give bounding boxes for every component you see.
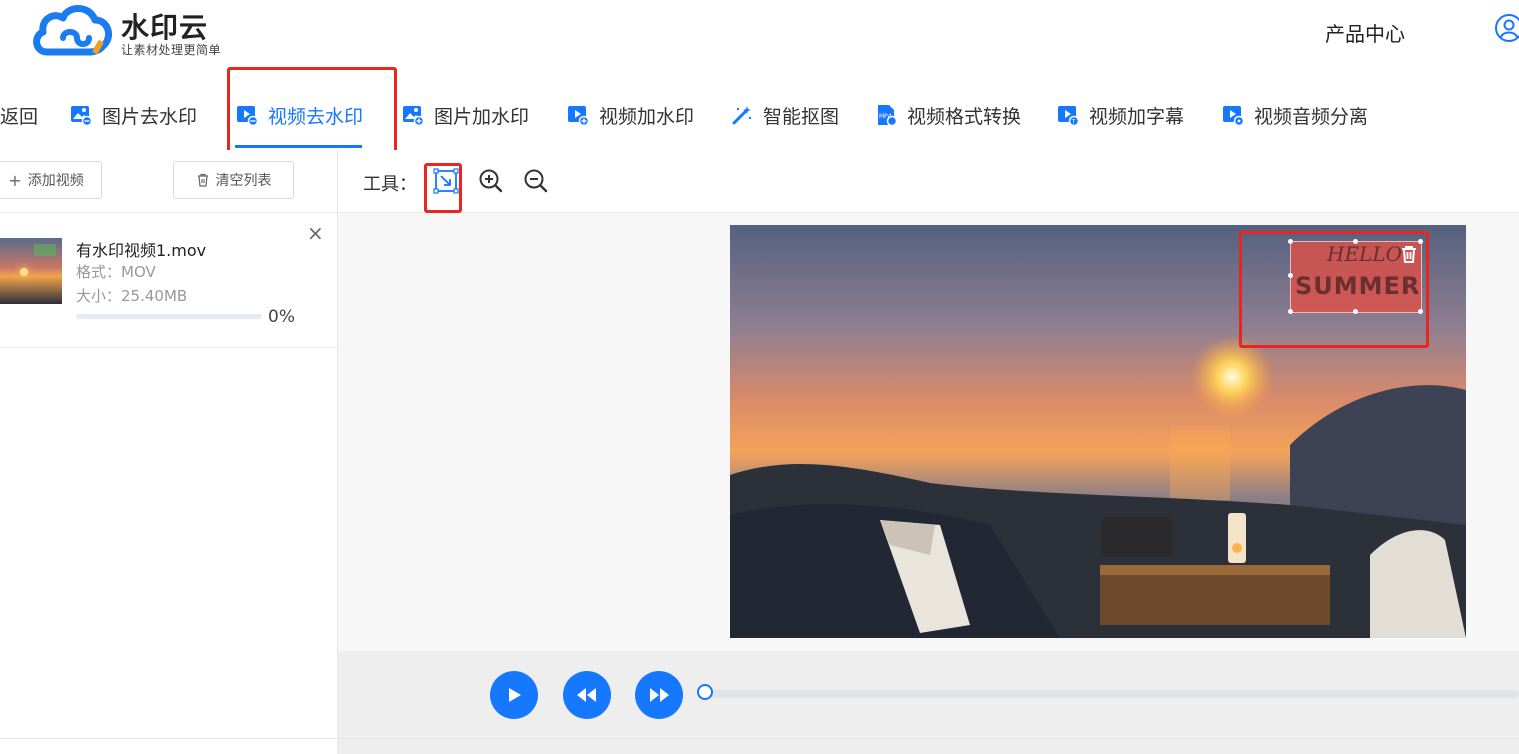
tab-label: 智能抠图 (763, 105, 840, 128)
annotation-highlight-watermark (1239, 231, 1429, 348)
tab-label: 图片加水印 (434, 105, 530, 128)
tab-video-audio-split[interactable]: 视频音频分离 (1222, 80, 1368, 150)
fast-forward-button[interactable] (635, 671, 683, 719)
video-add-icon (568, 106, 589, 126)
image-add-icon (403, 106, 424, 126)
video-subtitle-icon: T (1058, 106, 1079, 126)
svg-text:T: T (1071, 119, 1076, 126)
file-list-panel: + 添加视频 清空列表 有水印视频1.mov 格式：MOV 大小：25.40MB… (0, 150, 338, 754)
user-avatar-icon[interactable] (1494, 13, 1519, 43)
tab-video-add-watermark[interactable]: 视频加水印 (567, 80, 694, 150)
tab-label: 视频格式转换 (907, 105, 1022, 128)
tab-label: 视频音频分离 (1254, 105, 1369, 128)
thumbnail-watermark (34, 244, 56, 256)
add-video-button[interactable]: + 添加视频 (0, 161, 102, 199)
bottom-divider (0, 738, 1519, 739)
timeline-scrubber-handle[interactable] (697, 684, 713, 700)
tab-back[interactable]: 返回 (0, 80, 38, 150)
nav-products-link[interactable]: 产品中心 (1325, 18, 1405, 47)
remove-file-close-icon[interactable]: × (307, 223, 324, 243)
tab-video-subtitle[interactable]: T 视频加字幕 (1057, 80, 1184, 150)
brand-slogan: 让素材处理更简单 (121, 43, 222, 57)
plus-icon: + (8, 170, 22, 190)
trash-icon (197, 173, 208, 187)
thumbnail-sun (20, 268, 28, 276)
image-remove-icon (71, 106, 92, 126)
rewind-icon (577, 688, 596, 702)
tab-label: 返回 (0, 105, 39, 128)
magic-wand-icon (732, 106, 752, 125)
clear-list-label: 清空列表 (215, 173, 272, 189)
progress-bar (76, 314, 262, 319)
video-audio-split-icon (1223, 106, 1244, 126)
file-size: 大小：25.40MB (76, 287, 188, 305)
file-list-item[interactable]: 有水印视频1.mov 格式：MOV 大小：25.40MB 0% × (0, 212, 337, 348)
tool-label: 工具： (363, 174, 417, 195)
tab-smart-cutout[interactable]: 智能抠图 (731, 80, 839, 150)
tab-label: 视频加水印 (599, 105, 695, 128)
fast-forward-icon (650, 688, 669, 702)
annotation-highlight-tool (424, 163, 462, 213)
zoom-out-icon[interactable] (523, 168, 549, 194)
mp4-convert-icon: MP4 (878, 105, 897, 126)
tab-label: 图片去水印 (102, 105, 198, 128)
play-button[interactable] (490, 671, 538, 719)
tool-bar: 工具： (338, 150, 1519, 213)
tab-image-add-watermark[interactable]: 图片加水印 (402, 80, 529, 150)
annotation-highlight-tab (227, 67, 397, 159)
tab-image-remove-watermark[interactable]: 图片去水印 (70, 80, 197, 150)
file-format: 格式：MOV (76, 263, 156, 281)
clear-list-button[interactable]: 清空列表 (173, 161, 294, 199)
rewind-button[interactable] (563, 671, 611, 719)
video-thumbnail (0, 238, 62, 304)
cloud-logo-icon[interactable] (33, 4, 113, 60)
timeline-track[interactable] (708, 690, 1519, 698)
zoom-in-icon[interactable] (478, 168, 504, 194)
tab-label: 视频加字幕 (1089, 105, 1185, 128)
play-icon (509, 688, 521, 702)
add-video-label: 添加视频 (27, 173, 84, 189)
file-name: 有水印视频1.mov (76, 241, 207, 260)
progress-text: 0% (268, 307, 295, 327)
brand-name: 水印云 (121, 11, 209, 44)
tab-video-format-convert[interactable]: MP4 视频格式转换 (875, 80, 1021, 150)
